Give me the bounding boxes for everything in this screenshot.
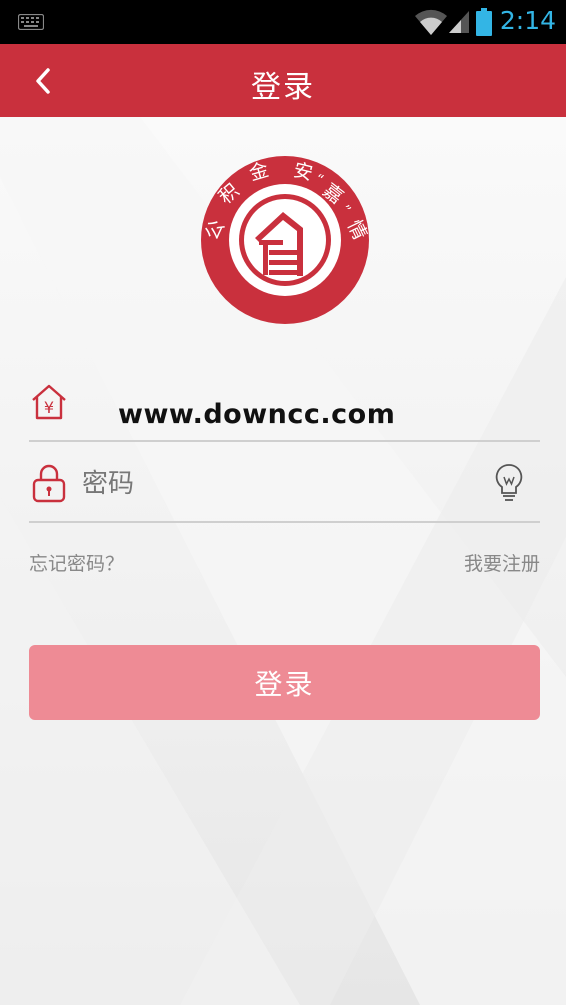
password-input[interactable] (80, 461, 484, 507)
app-bar: 登录 (0, 44, 566, 117)
status-time: 2:14 (499, 6, 556, 35)
login-button[interactable]: 登录 (29, 645, 540, 720)
password-row (29, 449, 540, 523)
svg-text:¥: ¥ (44, 398, 54, 417)
login-content: 公 积 金 安 “ 嘉 ” 情 ¥ www.downcc.com 忘记密码？ 我… (0, 117, 566, 1005)
app-logo: 公 积 金 安 “ 嘉 ” 情 (201, 156, 371, 324)
lock-icon (32, 464, 66, 503)
house-yuan-icon: ¥ (32, 384, 66, 420)
page-title: 登录 (251, 70, 315, 105)
watermark-text: www.downcc.com (118, 399, 396, 430)
signal-icon (449, 11, 469, 33)
status-bar: 2:14 (0, 0, 566, 44)
keyboard-icon (18, 14, 44, 30)
wifi-icon (415, 9, 447, 36)
forgot-password-link[interactable]: 忘记密码？ (29, 549, 124, 576)
register-link[interactable]: 我要注册 (464, 549, 540, 576)
lightbulb-icon[interactable] (494, 463, 524, 503)
battery-icon (476, 8, 492, 36)
auth-links: 忘记密码？ 我要注册 (29, 549, 540, 579)
